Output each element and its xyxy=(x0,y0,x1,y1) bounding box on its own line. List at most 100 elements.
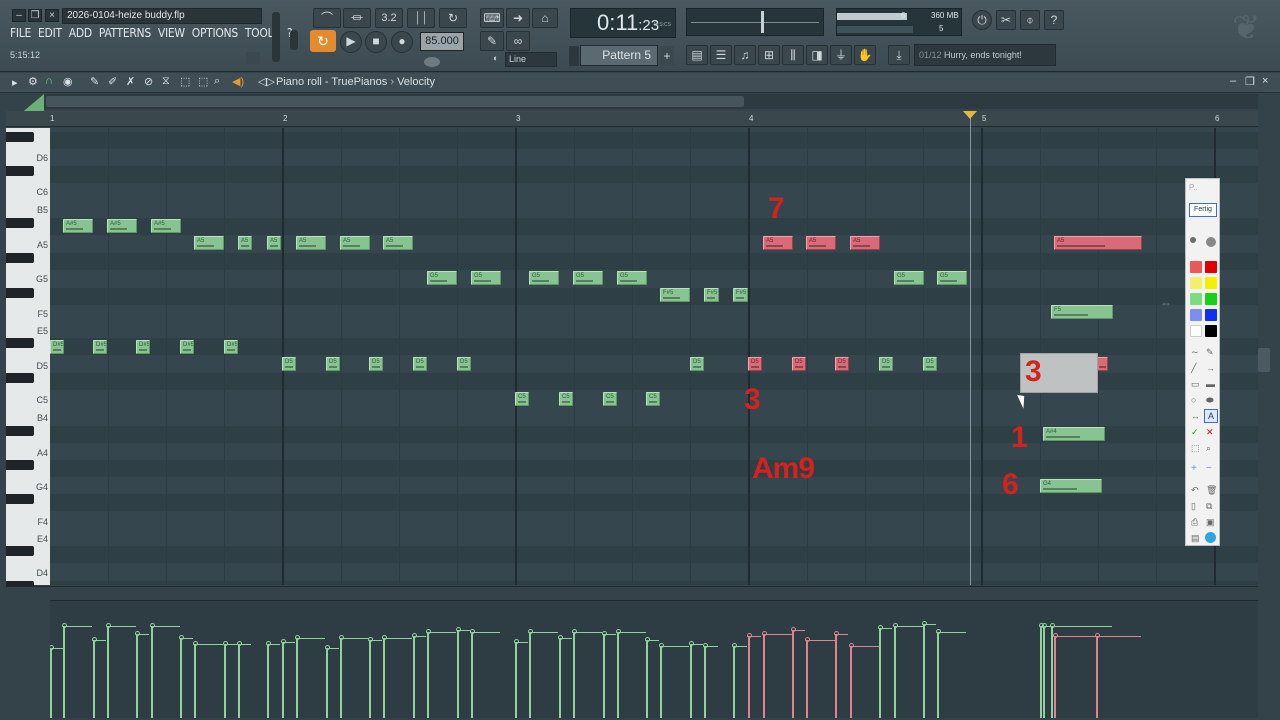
velocity-stem[interactable] xyxy=(237,641,251,718)
note[interactable]: D5 xyxy=(369,357,383,371)
note[interactable]: A5 xyxy=(267,236,281,250)
note-selected[interactable]: A5 xyxy=(763,236,793,250)
note[interactable]: A5 xyxy=(238,236,252,250)
slice-icon[interactable]: ⧖ xyxy=(162,75,170,88)
minimize-icon[interactable]: – xyxy=(12,9,26,22)
velocity-stem[interactable] xyxy=(528,629,558,718)
note-selected[interactable]: D5 xyxy=(835,357,849,371)
playlist-icon[interactable]: ▤ xyxy=(686,45,708,65)
time-display[interactable]: 0:11:23 M:S:CS xyxy=(570,8,676,38)
minimize-icon[interactable]: – xyxy=(1230,75,1236,87)
scroll-thumb[interactable] xyxy=(46,96,744,107)
menu-edit[interactable]: EDIT xyxy=(38,26,62,40)
velocity-stem[interactable] xyxy=(616,629,646,718)
stop-button[interactable]: ■ xyxy=(365,31,387,53)
note[interactable]: G5 xyxy=(529,271,559,285)
velocity-stem[interactable] xyxy=(732,643,747,718)
velocity-stem[interactable] xyxy=(572,629,602,718)
restore-icon[interactable]: ❐ xyxy=(1245,75,1255,88)
black-key[interactable] xyxy=(6,373,34,383)
cross-icon[interactable]: ✕ xyxy=(1206,427,1214,438)
velocity-stem[interactable] xyxy=(193,641,223,718)
black-key[interactable] xyxy=(6,132,34,142)
velocity-stem[interactable] xyxy=(368,637,382,718)
note[interactable]: A#4 xyxy=(1043,427,1105,441)
select-icon[interactable]: ⬚ xyxy=(180,75,190,88)
link-icon[interactable]: ∞ xyxy=(506,31,530,51)
channel-rack-icon[interactable]: ☰ xyxy=(710,45,732,65)
snap-selector[interactable]: Line xyxy=(505,52,557,67)
velocity-stem[interactable] xyxy=(456,627,470,718)
wait-record-icon[interactable]: ⏛ xyxy=(343,8,371,28)
delete-icon[interactable]: ✗ xyxy=(126,75,135,88)
minus-icon[interactable]: − xyxy=(1206,463,1212,474)
note[interactable]: G5 xyxy=(617,271,647,285)
velocity-stem[interactable] xyxy=(922,621,936,718)
speaker-icon[interactable]: ◀) xyxy=(232,75,244,88)
record-button[interactable]: ● xyxy=(391,31,413,53)
velocity-stem[interactable] xyxy=(470,629,500,718)
note[interactable]: G5 xyxy=(471,271,501,285)
velocity-stem[interactable] xyxy=(602,631,616,718)
zoom-select-icon[interactable]: ⬚ xyxy=(198,75,208,88)
velocity-stem[interactable] xyxy=(834,631,848,718)
note[interactable]: D5 xyxy=(879,357,893,371)
velocity-stem[interactable] xyxy=(223,641,237,718)
velocity-stem[interactable] xyxy=(1050,623,1112,718)
color-yellow[interactable] xyxy=(1205,277,1217,289)
note-selected[interactable]: D5 xyxy=(792,357,806,371)
note[interactable]: C5 xyxy=(646,392,660,406)
download-icon[interactable]: ⤓ xyxy=(888,45,910,65)
text-tool-icon[interactable]: A xyxy=(1204,409,1218,423)
velocity-lane[interactable] xyxy=(50,600,1258,718)
playhead-marker-icon[interactable] xyxy=(963,111,977,119)
brush-icon[interactable]: ✐ xyxy=(108,75,117,88)
touch-icon[interactable]: ✋ xyxy=(854,45,876,65)
color-red[interactable] xyxy=(1205,261,1217,273)
velocity-stem[interactable] xyxy=(150,623,180,718)
plus-icon[interactable]: + xyxy=(1191,463,1197,474)
loop-record-icon[interactable]: ↻ xyxy=(439,8,467,28)
plug-icon[interactable]: ⏚ xyxy=(830,45,852,65)
ellipse-icon[interactable]: ○ xyxy=(1191,395,1196,405)
print-icon[interactable]: ⎙ xyxy=(1191,517,1198,528)
note-selected[interactable]: A5 xyxy=(1054,236,1142,250)
velocity-stem[interactable] xyxy=(50,645,63,718)
new-page-icon[interactable]: ▯ xyxy=(1191,501,1196,512)
velocity-stem[interactable] xyxy=(689,641,703,718)
velocity-stem[interactable] xyxy=(659,643,689,718)
tools-icon[interactable]: ✂ xyxy=(996,10,1016,30)
note[interactable]: F#5 xyxy=(704,288,719,302)
note[interactable]: C5 xyxy=(515,392,529,406)
black-key[interactable] xyxy=(6,166,34,176)
velocity-stem[interactable] xyxy=(1039,623,1101,718)
hat-icon[interactable]: ⌂ xyxy=(532,8,558,28)
freehand-icon[interactable]: ∼ xyxy=(1191,347,1199,358)
zoom-icon[interactable]: ⌕ xyxy=(214,75,220,88)
menu-add[interactable]: ADD xyxy=(69,26,92,40)
rectangle-icon[interactable]: ▭ xyxy=(1191,379,1200,390)
line-icon[interactable]: ╱ xyxy=(1191,363,1196,374)
note[interactable]: G4 xyxy=(1040,479,1102,493)
note[interactable]: G5 xyxy=(937,271,967,285)
black-key[interactable] xyxy=(6,338,34,348)
double-arrow-icon[interactable]: ↔ xyxy=(1191,411,1200,421)
velocity-stem[interactable] xyxy=(281,639,295,718)
note[interactable]: G5 xyxy=(573,271,603,285)
arrow-right-icon[interactable]: ➜ xyxy=(506,8,530,28)
velocity-stem[interactable] xyxy=(1042,623,1104,718)
countdown-icon[interactable]: 3.2 xyxy=(375,8,403,28)
velocity-stem[interactable] xyxy=(893,623,923,718)
note[interactable]: A5 xyxy=(340,236,370,250)
velocity-stem[interactable] xyxy=(1095,633,1107,718)
velocity-stem[interactable] xyxy=(325,645,339,718)
note[interactable]: F#5 xyxy=(660,288,690,302)
note[interactable]: A5 xyxy=(194,236,224,250)
black-key[interactable] xyxy=(6,460,34,470)
velocity-stem[interactable] xyxy=(791,627,805,718)
arrow-icon[interactable]: → xyxy=(1206,363,1215,373)
trash-icon[interactable]: 🗑 xyxy=(1206,485,1217,496)
note[interactable]: D#5 xyxy=(50,340,64,354)
note[interactable]: D5 xyxy=(413,357,427,371)
velocity-stem[interactable] xyxy=(412,633,426,718)
